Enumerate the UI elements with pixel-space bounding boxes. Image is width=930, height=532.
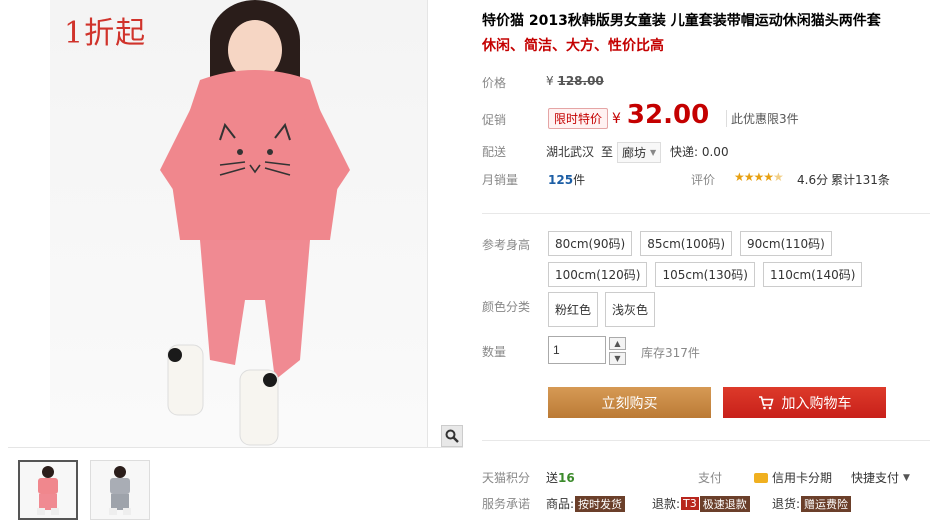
quantity-down-icon[interactable]: ▼ xyxy=(609,352,626,365)
shipping-label: 配送 xyxy=(482,145,507,159)
service-refund: 退款: T3 极速退款 xyxy=(652,495,750,512)
product-gallery: 1折起 xyxy=(8,0,463,532)
product-info: 特价猫 2013秋韩版男女童装 儿童套装带帽运动休闲猫头两件套 休闲、简洁、大方… xyxy=(482,0,930,532)
original-price-value: 128.00 xyxy=(557,74,604,88)
shipping-insurance-badge[interactable]: 赠运费险 xyxy=(801,495,852,512)
points-value: 送16 xyxy=(546,471,575,485)
quantity-up-icon[interactable]: ▲ xyxy=(609,337,626,350)
size-option[interactable]: 85cm(100码) xyxy=(640,231,733,256)
current-price-value: 32.00 xyxy=(626,100,710,130)
divider xyxy=(482,213,930,214)
destination-select[interactable]: 廊坊 ▼ xyxy=(617,142,662,163)
service-goods: 商品: 按时发货 xyxy=(546,495,626,512)
thumbnail-grey[interactable] xyxy=(90,460,150,520)
size-label: 参考身高 xyxy=(482,238,531,252)
magnifier-icon[interactable] xyxy=(441,425,463,447)
quick-pay[interactable]: 快捷支付 ▼ xyxy=(851,469,910,486)
size-option[interactable]: 80cm(90码) xyxy=(548,231,633,256)
price-label: 价格 xyxy=(482,76,507,90)
product-title: 特价猫 2013秋韩版男女童装 儿童套装带帽运动休闲猫头两件套 xyxy=(482,13,881,29)
star-rating: ★★★★★ xyxy=(734,170,784,184)
divider xyxy=(482,440,930,441)
pay-label: 支付 xyxy=(698,471,723,485)
product-photo-girl xyxy=(160,0,350,446)
currency-symbol: ¥ xyxy=(546,74,554,88)
sales-count: 125件 xyxy=(548,173,586,187)
thumbnail-pink[interactable] xyxy=(18,460,78,520)
ship-from: 湖北武汉 xyxy=(546,145,595,159)
rating-count-link[interactable]: 累计131条 xyxy=(831,171,890,188)
add-to-cart-button[interactable]: 加入购物车 xyxy=(723,387,886,418)
size-option[interactable]: 100cm(120码) xyxy=(548,262,648,287)
size-option[interactable]: 105cm(130码) xyxy=(655,262,755,287)
color-label: 颜色分类 xyxy=(482,300,531,314)
on-time-badge[interactable]: 按时发货 xyxy=(575,495,626,512)
ship-to-word: 至 xyxy=(601,145,614,159)
quantity-input[interactable] xyxy=(548,336,606,364)
color-options: 粉红色 浅灰色 xyxy=(548,292,656,327)
rating-label: 评价 xyxy=(691,173,716,187)
credit-card-icon xyxy=(754,472,768,483)
buy-now-button[interactable]: 立刻购买 xyxy=(548,387,711,418)
stock-text: 库存317件 xyxy=(641,346,700,360)
service-label: 服务承诺 xyxy=(482,497,531,511)
sales-label: 月销量 xyxy=(482,173,519,187)
chevron-down-icon: ▼ xyxy=(903,472,910,483)
t3-badge: T3 xyxy=(681,497,699,510)
promo-label: 促销 xyxy=(482,113,507,127)
limit-text: 此优惠限3件 xyxy=(726,110,799,127)
currency-symbol: ¥ xyxy=(612,111,621,127)
product-subtitle: 休闲、简洁、大方、性价比高 xyxy=(482,38,664,54)
points-label: 天猫积分 xyxy=(482,471,531,485)
size-options: 80cm(90码) 85cm(100码) 90cm(110码) 100cm(12… xyxy=(548,231,928,287)
credit-card-installment[interactable]: 信用卡分期 xyxy=(754,469,832,486)
shipping-fee: 快递: 0.00 xyxy=(670,145,729,159)
size-option[interactable]: 90cm(110码) xyxy=(740,231,832,256)
color-option-pink[interactable]: 粉红色 xyxy=(548,292,599,327)
color-option-grey[interactable]: 浅灰色 xyxy=(605,292,656,327)
product-main-image[interactable]: 1折起 xyxy=(50,0,428,447)
chevron-down-icon: ▼ xyxy=(650,148,657,157)
promo-tag: 限时特价 xyxy=(548,108,609,129)
size-option[interactable]: 110cm(140码) xyxy=(762,262,863,287)
add-to-cart-label: 加入购物车 xyxy=(781,394,852,411)
destination-value: 廊坊 xyxy=(622,146,647,160)
quantity-label: 数量 xyxy=(482,345,507,359)
thumbnail-list xyxy=(18,460,150,520)
gallery-divider xyxy=(8,447,463,448)
rating-score: 4.6分 xyxy=(797,173,829,187)
service-return: 退货: 赠运费险 xyxy=(772,495,852,512)
cart-icon xyxy=(758,395,774,409)
fast-refund-badge[interactable]: 极速退款 xyxy=(699,495,750,512)
current-price: ¥ 32.00 xyxy=(612,100,709,130)
original-price: ¥ 128.00 xyxy=(546,74,604,88)
